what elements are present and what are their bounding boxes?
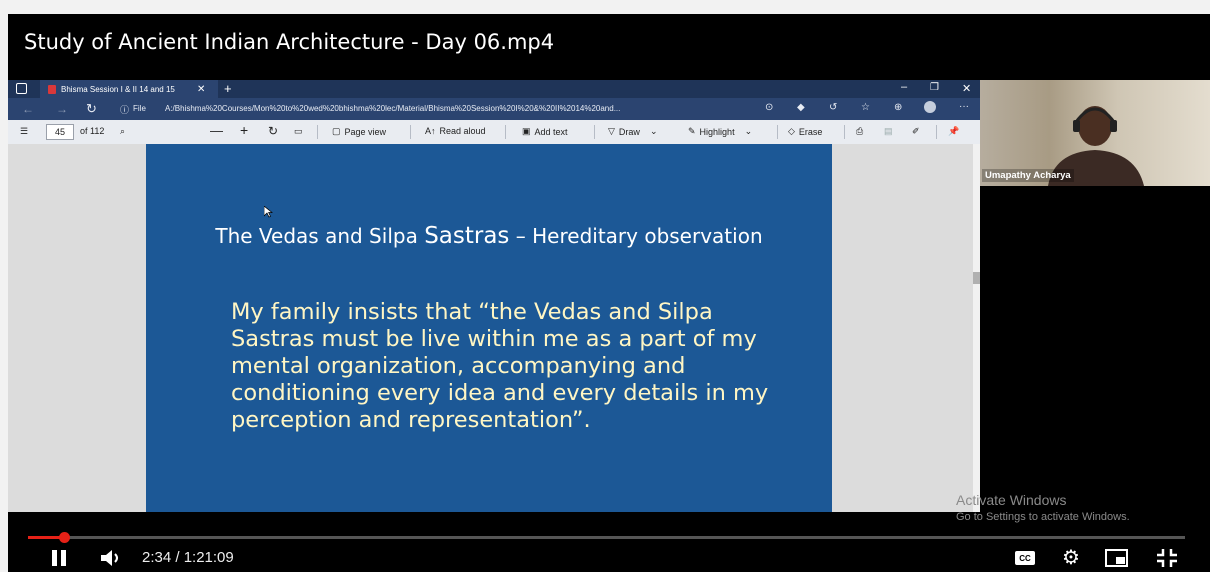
add-text-button[interactable]: ▣ Add text — [522, 126, 568, 137]
scrollbar-thumb[interactable] — [973, 272, 980, 284]
toolbar-divider — [936, 125, 937, 139]
volume-icon[interactable] — [100, 548, 126, 568]
toolbar-divider — [777, 125, 778, 139]
document-scrollbar[interactable] — [973, 144, 980, 512]
url-field[interactable]: A:/Bhishma%20Courses/Mon%20to%20wed%20bh… — [165, 104, 765, 113]
browser-tab-bar: Bhisma Session I & II 14 and 15 ✕ + – ❐ … — [8, 80, 980, 98]
toolbar-divider — [505, 125, 506, 139]
chevron-down-icon: ⌄ — [649, 126, 658, 136]
collections-icon[interactable]: ⊕ — [894, 102, 902, 113]
rotate-icon[interactable]: ↻ — [268, 124, 278, 138]
refresh-icon[interactable]: ↻ — [86, 101, 97, 117]
close-tab-icon[interactable]: ✕ — [197, 84, 205, 95]
slide-heading-text-a: The Vedas and Silpa — [215, 224, 425, 248]
progress-bar[interactable] — [28, 532, 1185, 543]
participant-camera: Umapathy Acharya — [980, 80, 1210, 186]
page-total: of 112 — [80, 126, 105, 136]
toolbar-divider — [410, 125, 411, 139]
page-number-input[interactable]: 45 — [46, 124, 74, 140]
highlight-button[interactable]: ✎ Highlight ⌄ — [688, 126, 752, 137]
forward-icon[interactable]: → — [56, 102, 68, 116]
url-scheme-label: File — [133, 104, 146, 113]
draw-button[interactable]: ▽ Draw ⌄ — [608, 126, 657, 137]
save-icon[interactable]: ▤ — [884, 126, 893, 137]
highlight-label: Highlight — [699, 126, 735, 137]
pause-icon[interactable] — [50, 549, 68, 567]
pin-toolbar-icon[interactable]: 📌 — [948, 126, 959, 137]
back-icon[interactable]: ← — [22, 102, 34, 116]
toolbar-divider — [844, 125, 845, 139]
participant-name: Umapathy Acharya — [982, 169, 1074, 182]
print-icon[interactable]: ⎙ — [856, 126, 863, 137]
new-tab-button[interactable]: + — [224, 81, 232, 96]
read-mode-icon[interactable]: ⊙ — [765, 102, 773, 113]
player-controls: 2:34 / 1:21:09 CC ⚙ — [8, 542, 1210, 572]
add-text-icon: ▣ — [522, 126, 531, 136]
time-display: 2:34 / 1:21:09 — [142, 549, 234, 566]
pdf-slide: The Vedas and Silpa Sastras – Hereditary… — [146, 144, 832, 512]
slide-heading-text-b: Sastras — [424, 223, 510, 249]
zoom-in-icon[interactable]: + — [240, 122, 248, 138]
video-player[interactable]: Study of Ancient Indian Architecture - D… — [8, 14, 1210, 572]
zoom-out-icon[interactable]: — — [210, 123, 223, 138]
read-aloud-icon: A↑ — [425, 126, 436, 136]
minimize-icon[interactable]: – — [901, 81, 907, 93]
pdf-file-icon — [48, 84, 56, 94]
video-title: Study of Ancient Indian Architecture - D… — [24, 30, 555, 54]
fit-page-icon[interactable]: ▭ — [294, 126, 303, 137]
exit-fullscreen-icon[interactable] — [1156, 548, 1178, 568]
extension-icon[interactable]: ◆ — [797, 102, 805, 113]
activate-windows-watermark: Activate Windows — [956, 492, 1067, 508]
settings-gear-icon[interactable]: ⚙ — [1062, 545, 1080, 570]
close-window-icon[interactable]: ✕ — [962, 82, 971, 95]
save-as-icon[interactable]: ✐ — [912, 126, 920, 137]
more-options-icon[interactable]: ··· — [959, 101, 969, 112]
slide-body-text: My family insists that “the Vedas and Si… — [231, 299, 769, 433]
address-bar-row: ← → ↻ ⓘ File A:/Bhishma%20Courses/Mon%20… — [8, 98, 980, 120]
toolbar-divider — [317, 125, 318, 139]
captions-icon[interactable]: CC — [1014, 550, 1036, 566]
pdf-toolbar: ☰ 45 of 112 ⌕ — + ↻ ▭ ▢ Page view A↑ Read … — [8, 120, 980, 145]
add-text-label: Add text — [534, 126, 568, 137]
tab-title: Bhisma Session I & II 14 and 15 — [61, 84, 175, 94]
info-icon: ⓘ — [120, 105, 130, 115]
toolbar-divider — [594, 125, 595, 139]
favorites-icon[interactable]: ☆ — [861, 102, 870, 113]
restore-icon[interactable]: ❐ — [930, 82, 939, 93]
contents-icon[interactable]: ☰ — [20, 126, 28, 137]
sync-icon[interactable]: ↺ — [829, 102, 837, 113]
browser-tab[interactable]: Bhisma Session I & II 14 and 15 ✕ — [40, 80, 218, 98]
read-aloud-button[interactable]: A↑ Read aloud — [425, 126, 486, 136]
profile-avatar[interactable] — [924, 101, 936, 113]
miniplayer-icon[interactable] — [1105, 548, 1129, 568]
draw-icon: ▽ — [608, 126, 615, 136]
eraser-icon: ◇ — [788, 126, 795, 136]
page-view-button[interactable]: ▢ Page view — [332, 126, 386, 137]
slide-heading: The Vedas and Silpa Sastras – Hereditary… — [146, 222, 832, 250]
draw-label: Draw — [618, 126, 640, 137]
activate-windows-subtext: Go to Settings to activate Windows. — [956, 511, 1130, 523]
pdf-document-area[interactable]: The Vedas and Silpa Sastras – Hereditary… — [8, 144, 980, 512]
page-view-icon: ▢ — [332, 126, 341, 136]
search-icon[interactable]: ⌕ — [120, 126, 125, 137]
page-view-label: Page view — [344, 126, 387, 137]
highlight-icon: ✎ — [688, 126, 696, 136]
mouse-cursor-icon — [264, 206, 273, 218]
slide-heading-text-c: – Hereditary observation — [509, 224, 763, 248]
erase-button[interactable]: ◇ Erase — [788, 126, 822, 137]
erase-label: Erase — [798, 126, 823, 137]
chevron-down-icon: ⌄ — [744, 126, 753, 136]
tab-actions-icon[interactable] — [16, 83, 27, 94]
read-aloud-label: Read aloud — [439, 126, 486, 136]
svg-text:CC: CC — [1019, 554, 1031, 563]
